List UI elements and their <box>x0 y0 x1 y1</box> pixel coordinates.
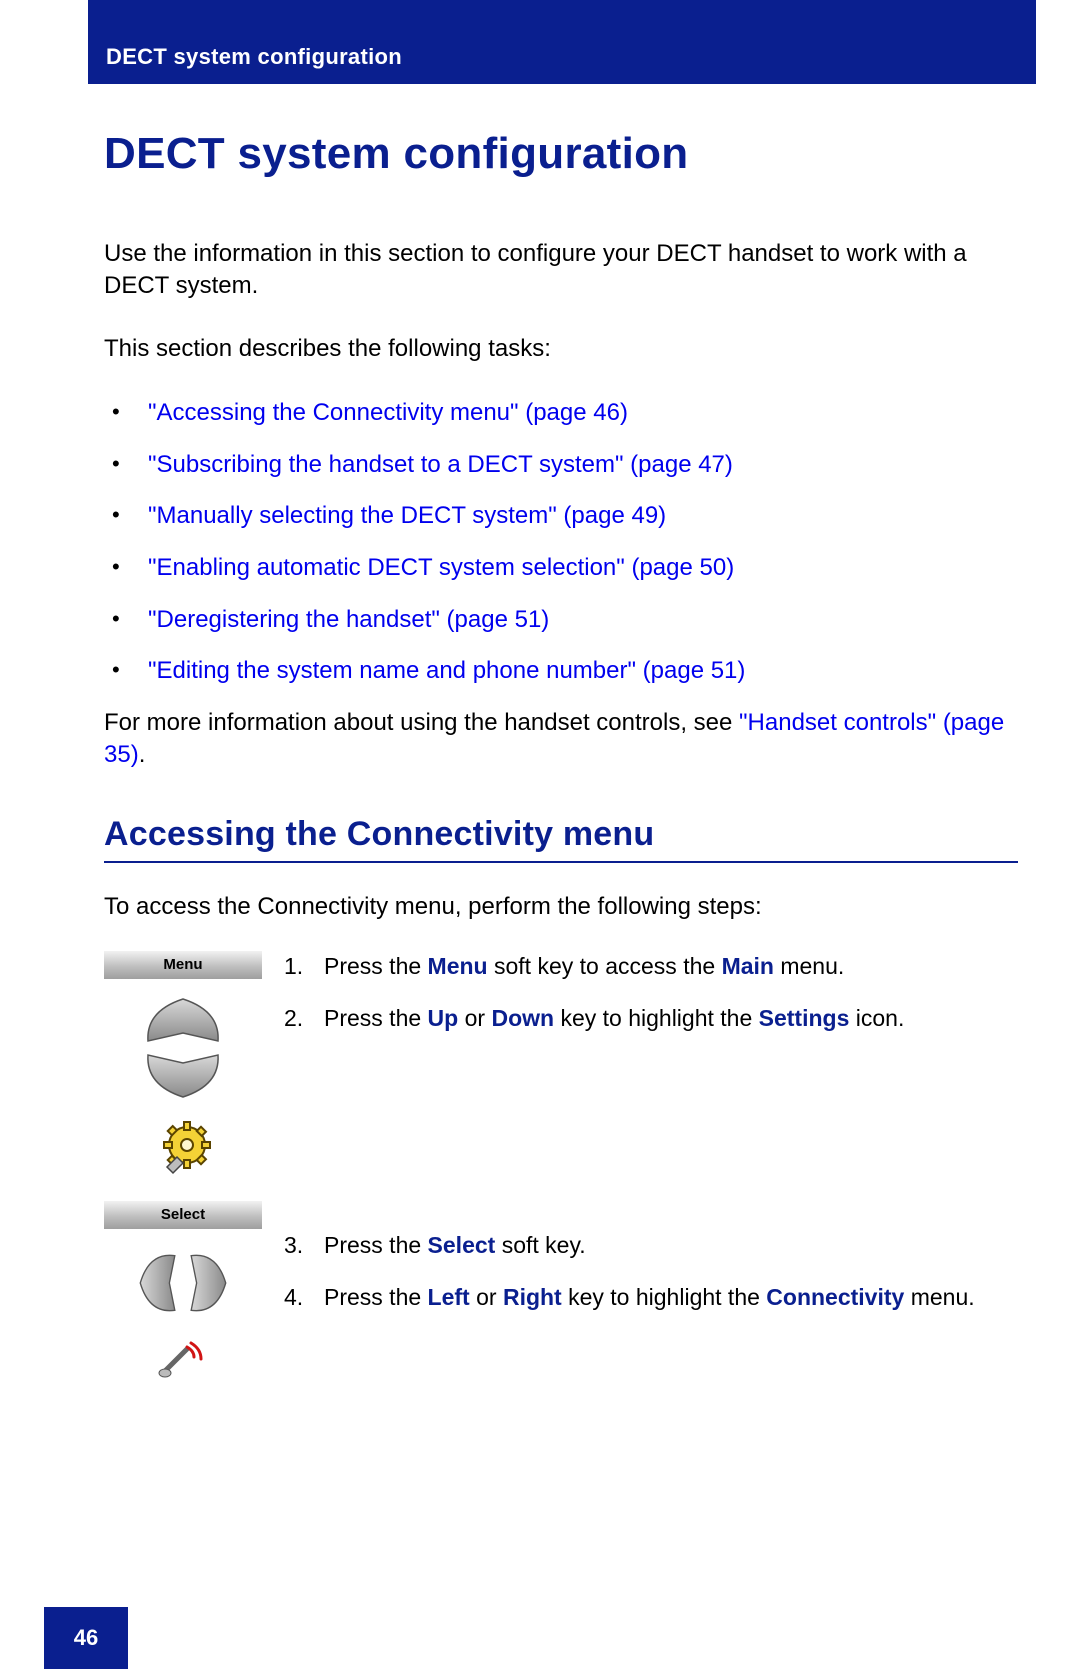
keyword-down: Down <box>491 1005 554 1031</box>
icons-column: Menu <box>104 951 262 1395</box>
settings-gear-icon <box>133 1117 233 1177</box>
keyword-up: Up <box>428 1005 459 1031</box>
section-intro: To access the Connectivity menu, perform… <box>104 891 1018 923</box>
page-header-bar: DECT system configuration <box>88 0 1036 84</box>
step-text: Press the <box>324 953 428 979</box>
toc-item[interactable]: "Manually selecting the DECT system" (pa… <box>104 500 1018 532</box>
step-text: or <box>470 1284 503 1310</box>
step-text: menu. <box>904 1284 974 1310</box>
steps-text-column: Press the Menu soft key to access the Ma… <box>284 951 1018 1395</box>
more-info-post: . <box>139 741 146 768</box>
header-title: DECT system configuration <box>106 44 402 70</box>
page-number: 46 <box>74 1625 98 1651</box>
step-text: or <box>458 1005 491 1031</box>
step-item: Press the Select soft key. <box>284 1230 1018 1260</box>
toc-item[interactable]: "Deregistering the handset" (page 51) <box>104 604 1018 636</box>
keyword-left: Left <box>428 1284 470 1310</box>
step-text: key to highlight the <box>562 1284 767 1310</box>
page-title: DECT system configuration <box>104 125 1018 183</box>
step-item: Press the Left or Right key to highlight… <box>284 1282 1018 1312</box>
keyword-menu: Menu <box>428 953 488 979</box>
softkey-select-label: Select <box>161 1205 205 1225</box>
section-heading: Accessing the Connectivity menu <box>104 812 1018 863</box>
softkey-select: Select <box>104 1201 262 1229</box>
step-text: Press the <box>324 1284 428 1310</box>
step-text: key to highlight the <box>554 1005 759 1031</box>
page-content: DECT system configuration Use the inform… <box>104 115 1018 1395</box>
step-text: Press the <box>324 1005 428 1031</box>
softkey-menu-label: Menu <box>163 955 202 975</box>
step-item: Press the Menu soft key to access the Ma… <box>284 951 1018 981</box>
step-text: soft key to access the <box>488 953 722 979</box>
keyword-connectivity: Connectivity <box>766 1284 904 1310</box>
toc-item[interactable]: "Accessing the Connectivity menu" (page … <box>104 397 1018 429</box>
more-info-paragraph: For more information about using the han… <box>104 707 1018 770</box>
page-number-badge: 46 <box>44 1607 128 1669</box>
connectivity-icon <box>133 1337 233 1381</box>
intro-paragraph-2: This section describes the following tas… <box>104 333 1018 365</box>
keyword-main: Main <box>722 953 774 979</box>
up-down-nav-icon <box>133 993 233 1103</box>
left-right-nav-icon <box>133 1243 233 1323</box>
intro-paragraph-1: Use the information in this section to c… <box>104 238 1018 301</box>
keyword-select: Select <box>428 1232 496 1258</box>
more-info-pre: For more information about using the han… <box>104 709 739 736</box>
step-text: soft key. <box>495 1232 585 1258</box>
steps-list: Press the Menu soft key to access the Ma… <box>284 951 1018 1312</box>
toc-item[interactable]: "Enabling automatic DECT system selectio… <box>104 552 1018 584</box>
step-text: Press the <box>324 1232 428 1258</box>
step-text: icon. <box>849 1005 904 1031</box>
softkey-menu: Menu <box>104 951 262 979</box>
toc-item[interactable]: "Editing the system name and phone numbe… <box>104 655 1018 687</box>
keyword-settings: Settings <box>759 1005 850 1031</box>
step-text: menu. <box>774 953 844 979</box>
step-item: Press the Up or Down key to highlight th… <box>284 1003 1018 1033</box>
keyword-right: Right <box>503 1284 562 1310</box>
toc-item[interactable]: "Subscribing the handset to a DECT syste… <box>104 449 1018 481</box>
toc-list: "Accessing the Connectivity menu" (page … <box>104 397 1018 687</box>
steps-area: Menu <box>104 951 1018 1395</box>
